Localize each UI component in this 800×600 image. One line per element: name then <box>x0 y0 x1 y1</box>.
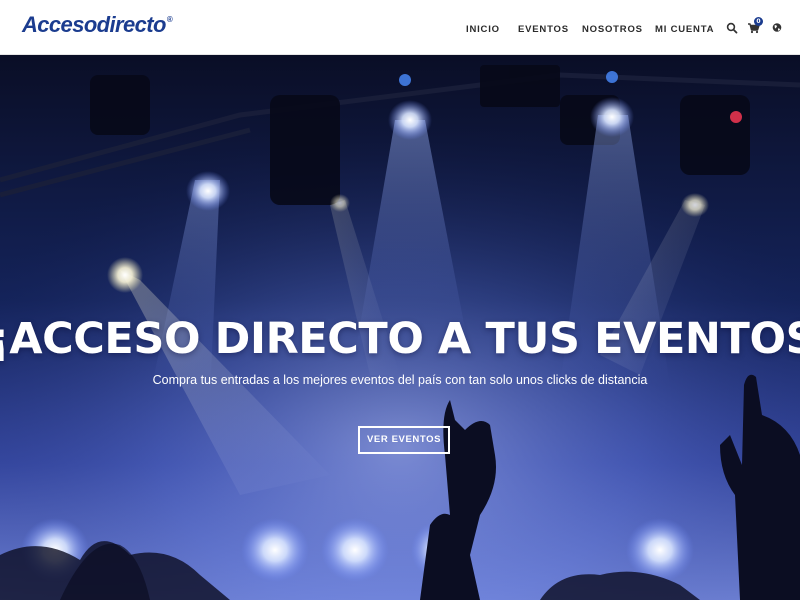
hero-title: ¡ACCESO DIRECTO A TUS EVENTOS! <box>0 314 800 364</box>
nav-item-inicio[interactable]: INICIO <box>466 24 500 35</box>
view-events-button[interactable]: VER EVENTOS <box>358 426 450 454</box>
globe-icon[interactable] <box>770 20 784 36</box>
hero-banner: ¡ACCESO DIRECTO A TUS EVENTOS! Compra tu… <box>0 55 800 600</box>
site-logo[interactable]: Accesodirecto® <box>22 12 173 38</box>
nav-item-nosotros[interactable]: NOSOTROS <box>582 24 643 35</box>
nav-item-eventos[interactable]: EVENTOS <box>518 24 569 35</box>
search-icon[interactable] <box>725 20 739 36</box>
site-header: Accesodirecto® INICIO EVENTOS NOSOTROS M… <box>0 0 800 55</box>
nav-item-mi-cuenta[interactable]: MI CUENTA <box>655 24 714 35</box>
logo-text: Accesodirecto <box>22 12 166 37</box>
hero-subtitle: Compra tus entradas a los mejores evento… <box>152 373 648 387</box>
cart-count-badge: 0 <box>754 17 763 26</box>
logo-registered-mark: ® <box>166 15 173 24</box>
